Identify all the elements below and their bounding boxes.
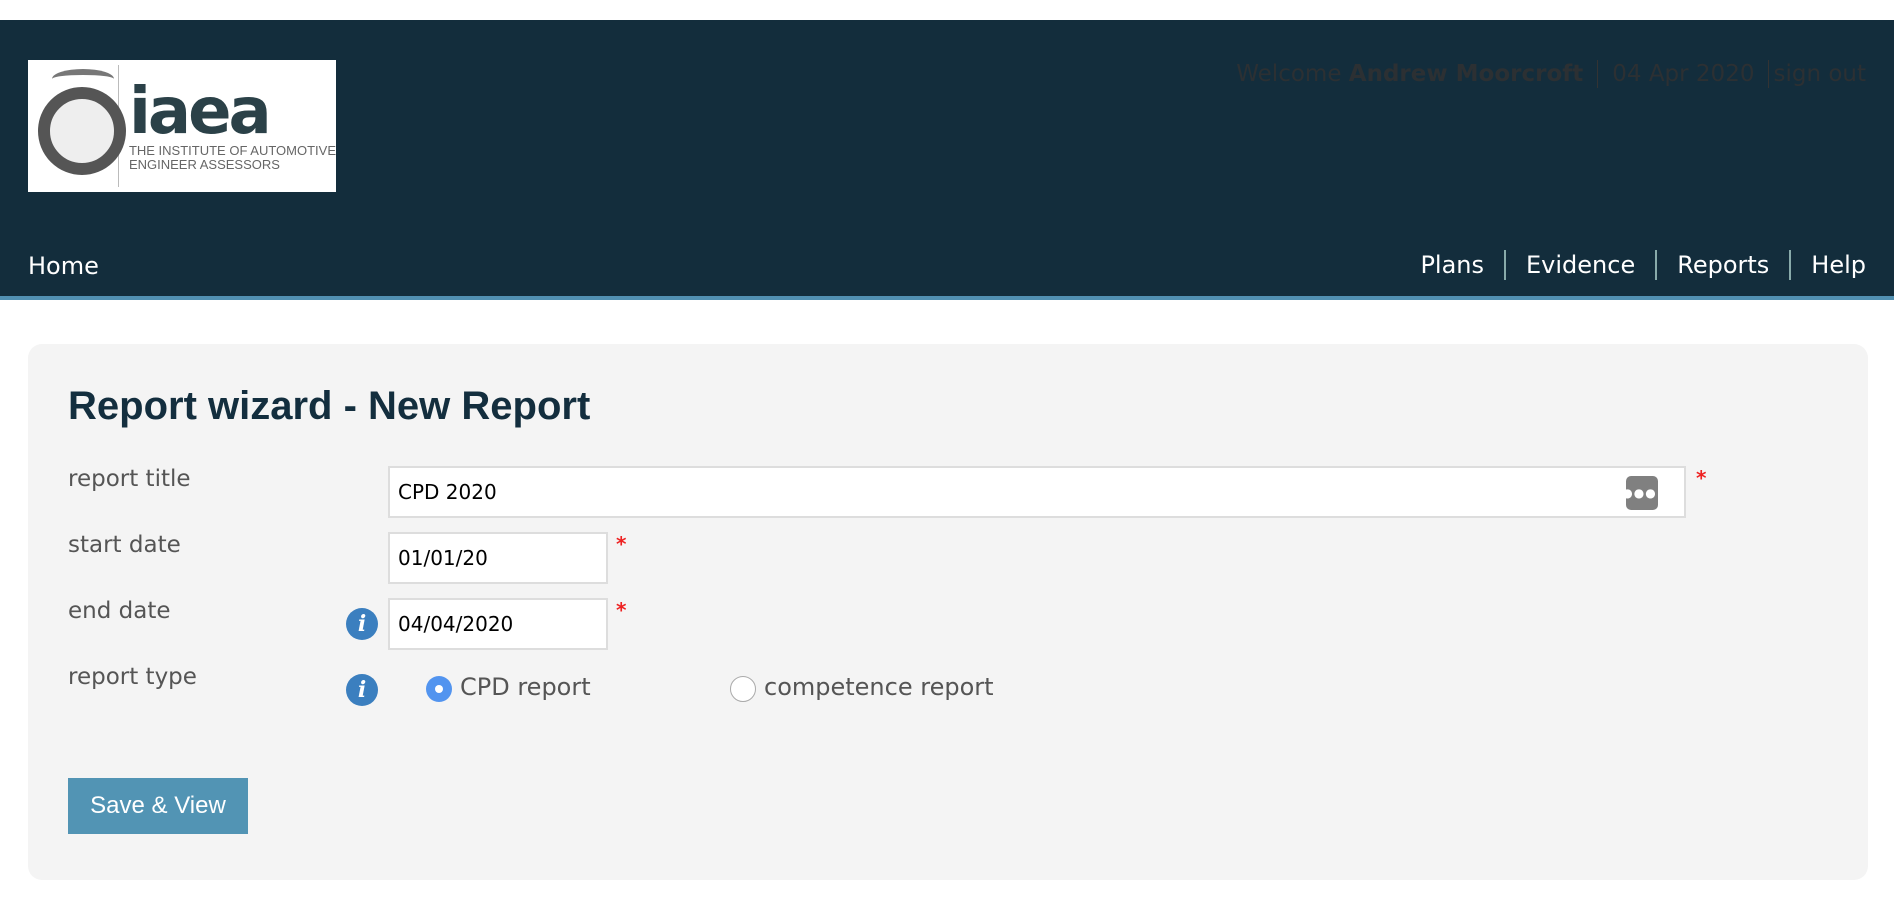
report-title-input[interactable]: CPD 2020 ●●●| <box>388 466 1686 518</box>
info-icon[interactable]: i <box>346 608 378 640</box>
nav-evidence[interactable]: Evidence <box>1526 251 1635 279</box>
start-date-input[interactable]: 01/01/20 <box>388 532 608 584</box>
start-date-value: 01/01/20 <box>398 546 488 570</box>
end-date-label: end date <box>68 598 171 624</box>
header: iaea THE INSTITUTE OF AUTOMOTIVE ENGINEE… <box>0 20 1894 300</box>
current-date: 04 Apr 2020 <box>1612 61 1755 87</box>
divider <box>1504 250 1506 280</box>
welcome-text: Welcome <box>1236 61 1342 87</box>
user-name: Andrew Moorcroft <box>1348 61 1584 87</box>
nav-plans[interactable]: Plans <box>1420 251 1484 279</box>
divider <box>1655 250 1658 280</box>
radio-competence-report[interactable] <box>730 676 756 702</box>
nav-home[interactable]: Home <box>28 252 99 280</box>
logo-wordmark: iaea <box>128 75 272 149</box>
required-mark: * <box>616 598 627 622</box>
report-title-value: CPD 2020 <box>398 480 497 504</box>
main-nav: Plans Evidence Reports Help <box>1420 250 1866 280</box>
end-date-input[interactable]: 04/04/2020 <box>388 598 608 650</box>
save-and-view-button[interactable]: Save & View <box>68 778 248 834</box>
iaea-logo[interactable]: iaea THE INSTITUTE OF AUTOMOTIVE ENGINEE… <box>28 60 336 192</box>
seal-icon <box>34 65 126 187</box>
report-title-label: report title <box>68 466 191 492</box>
radio-cpd-report[interactable] <box>426 676 452 702</box>
divider <box>1768 60 1770 88</box>
end-date-value: 04/04/2020 <box>398 612 514 636</box>
nav-reports[interactable]: Reports <box>1677 251 1769 279</box>
page-title: Report wizard - New Report <box>68 384 591 428</box>
logo-tagline: ENGINEER ASSESSORS <box>128 157 280 172</box>
info-icon[interactable]: i <box>346 674 378 706</box>
sign-out-link[interactable]: sign out <box>1773 61 1866 87</box>
nav-help[interactable]: Help <box>1811 251 1866 279</box>
divider <box>1789 250 1792 280</box>
user-bar: Welcome Andrew Moorcroft 04 Apr 2020 sig… <box>1236 60 1866 88</box>
radio-cpd-report-label[interactable]: CPD report <box>460 673 591 701</box>
report-type-label: report type <box>68 664 197 690</box>
radio-competence-report-label[interactable]: competence report <box>764 673 994 701</box>
logo-tagline: THE INSTITUTE OF AUTOMOTIVE <box>128 143 336 158</box>
password-manager-icon[interactable]: ●●●| <box>1622 476 1661 510</box>
report-wizard-panel: Report wizard - New Report report title … <box>28 344 1868 880</box>
start-date-label: start date <box>68 532 181 558</box>
required-mark: * <box>1696 466 1707 490</box>
divider <box>1597 60 1599 88</box>
required-mark: * <box>616 532 627 556</box>
